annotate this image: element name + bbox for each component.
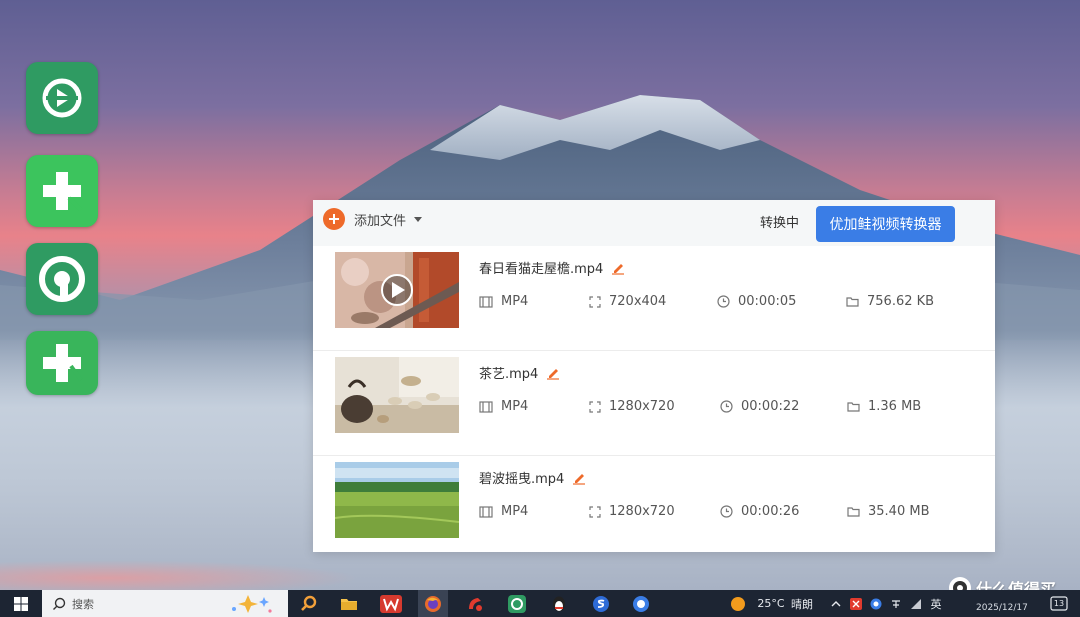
play-icon[interactable] (335, 252, 459, 328)
taskbar-date[interactable]: 2025/12/17 (976, 603, 1028, 613)
converting-status-tab[interactable]: 转换中 (760, 212, 799, 231)
film-icon (479, 505, 493, 518)
medical-app-icon-2[interactable] (26, 331, 98, 395)
taskbar: 搜索 25°C 晴朗 英 13 (0, 590, 1080, 617)
notification-count: 13 (1053, 599, 1065, 608)
resolution-info: 1280x720 (589, 399, 675, 414)
tray-app-icon[interactable] (848, 590, 864, 617)
notification-center-icon[interactable]: 13 (1048, 590, 1070, 617)
file-explorer-icon[interactable] (336, 590, 362, 617)
converter-window: 添加文件 转换中 优加鲑视频转换器 春日看猫走屋檐.mp4 MP4 720x40… (313, 200, 995, 552)
clock-icon (717, 295, 730, 308)
add-icon (323, 208, 345, 230)
medical-cross-icon (43, 172, 83, 212)
file-name-text: 茶艺.mp4 (479, 367, 539, 382)
resolution-value: 720x404 (609, 294, 667, 309)
size-info: 756.62 KB (846, 294, 934, 309)
duration-info: 00:00:22 (720, 399, 799, 414)
edit-pencil-icon[interactable] (546, 366, 560, 380)
q-logo-icon (39, 256, 85, 302)
browser-icon[interactable] (626, 590, 656, 617)
format-info: MP4 (479, 399, 528, 414)
firefox-icon[interactable] (418, 590, 448, 617)
green-q-app-icon[interactable] (502, 590, 532, 617)
edit-pencil-icon[interactable] (611, 261, 625, 275)
file-row[interactable]: 茶艺.mp4 MP4 1280x720 00:00:22 1.36 MB (313, 351, 995, 456)
expand-icon (589, 400, 601, 413)
medical-cross-icon-2 (43, 344, 83, 382)
film-icon (479, 295, 493, 308)
format-value: MP4 (501, 399, 529, 414)
search-icon (53, 597, 66, 610)
weather-temperature[interactable]: 25°C (754, 590, 788, 617)
video-converter-logo-icon (42, 78, 82, 118)
brand-converter-button[interactable]: 优加鲑视频转换器 (816, 206, 955, 242)
folder-icon (847, 506, 860, 517)
file-name-text: 春日看猫走屋檐.mp4 (479, 262, 604, 277)
windows-start-icon[interactable] (8, 590, 34, 617)
add-file-label: 添加文件 (354, 213, 407, 229)
taskbar-search-box[interactable]: 搜索 (42, 590, 288, 617)
resolution-info: 720x404 (589, 294, 666, 309)
search-placeholder: 搜索 (72, 597, 94, 611)
weather-sun-icon[interactable] (728, 590, 748, 617)
size-info: 35.40 MB (847, 504, 929, 519)
duration-value: 00:00:26 (741, 504, 800, 519)
duration-value: 00:00:22 (741, 399, 800, 414)
duration-value: 00:00:05 (738, 294, 797, 309)
file-name: 春日看猫走屋檐.mp4 (479, 258, 625, 277)
file-name: 碧波摇曳.mp4 (479, 468, 586, 487)
video-thumbnail[interactable] (335, 462, 459, 538)
resolution-value: 1280x720 (609, 399, 675, 414)
sparkle-icon[interactable] (228, 593, 274, 615)
q-app-icon[interactable] (26, 243, 98, 315)
wps-office-icon[interactable] (376, 590, 406, 617)
video-thumbnail[interactable] (335, 252, 459, 328)
format-info: MP4 (479, 294, 528, 309)
edit-pencil-icon[interactable] (572, 471, 586, 485)
clock-icon (720, 505, 733, 518)
duration-info: 00:00:26 (720, 504, 799, 519)
expand-icon (589, 505, 601, 518)
converter-toolbar: 添加文件 转换中 优加鲑视频转换器 (313, 200, 995, 246)
video-thumbnail[interactable] (335, 357, 459, 433)
file-name-text: 碧波摇曳.mp4 (479, 472, 565, 487)
lake-reflection (0, 560, 360, 590)
video-converter-app-icon[interactable] (26, 62, 98, 134)
chevron-down-icon[interactable] (414, 216, 423, 222)
expand-icon (589, 295, 601, 308)
duration-info: 00:00:05 (717, 294, 796, 309)
network-icon[interactable] (908, 590, 924, 617)
weather-description[interactable]: 晴朗 (788, 590, 816, 617)
size-value: 1.36 MB (868, 399, 922, 414)
film-icon (479, 400, 493, 413)
folder-icon (846, 296, 859, 307)
file-row[interactable]: 碧波摇曳.mp4 MP4 1280x720 00:00:26 35.40 MB (313, 456, 995, 560)
file-name: 茶艺.mp4 (479, 363, 560, 382)
medical-app-icon-1[interactable] (26, 155, 98, 227)
red-app-icon[interactable] (460, 590, 490, 617)
size-info: 1.36 MB (847, 399, 921, 414)
qq-icon[interactable] (544, 590, 574, 617)
folder-icon (847, 401, 860, 412)
size-value: 756.62 KB (867, 294, 935, 309)
search-app-icon[interactable] (296, 590, 322, 617)
format-info: MP4 (479, 504, 528, 519)
ime-indicator[interactable]: 英 (926, 590, 946, 617)
file-row[interactable]: 春日看猫走屋檐.mp4 MP4 720x404 00:00:05 756.62 … (313, 246, 995, 351)
tray-input-icon[interactable] (888, 590, 904, 617)
format-value: MP4 (501, 504, 529, 519)
clock-icon (720, 400, 733, 413)
resolution-info: 1280x720 (589, 504, 675, 519)
sogou-icon[interactable] (586, 590, 616, 617)
format-value: MP4 (501, 294, 529, 309)
size-value: 35.40 MB (868, 504, 930, 519)
tray-browser-icon[interactable] (868, 590, 884, 617)
chevron-up-icon[interactable] (828, 590, 844, 617)
add-file-button[interactable]: 添加文件 (323, 208, 423, 230)
resolution-value: 1280x720 (609, 504, 675, 519)
